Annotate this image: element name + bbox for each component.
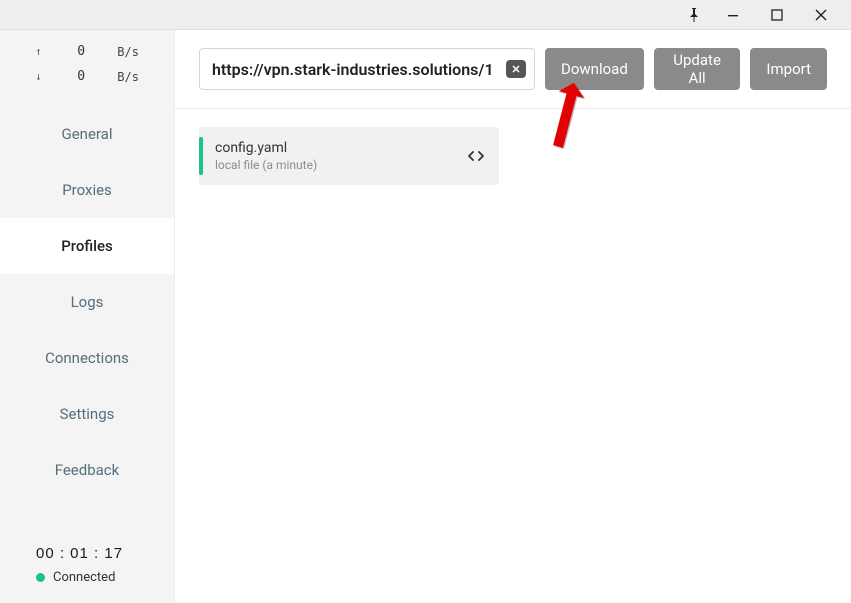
connection-timer: 00 : 01 : 17 bbox=[20, 545, 154, 562]
download-value: 0 bbox=[77, 69, 85, 84]
download-unit: B/s bbox=[117, 70, 139, 84]
nav-item-general[interactable]: General bbox=[0, 106, 174, 162]
nav-label: Connections bbox=[45, 349, 129, 367]
nav-item-profiles[interactable]: Profiles bbox=[0, 218, 174, 274]
url-input-box[interactable] bbox=[199, 48, 535, 90]
connection-status: Connected bbox=[20, 570, 154, 585]
nav-item-feedback[interactable]: Feedback bbox=[0, 442, 174, 498]
speed-indicator: ↑ 0 B/s ↓ 0 B/s bbox=[0, 30, 174, 100]
download-speed: ↓ 0 B/s bbox=[35, 69, 139, 84]
upload-unit: B/s bbox=[117, 45, 139, 59]
nav-label: Logs bbox=[71, 293, 104, 311]
code-icon bbox=[468, 150, 484, 162]
import-button[interactable]: Import bbox=[750, 48, 827, 90]
url-input[interactable] bbox=[212, 60, 506, 79]
pin-icon bbox=[688, 8, 700, 22]
maximize-icon bbox=[771, 9, 783, 21]
toolbar: Download Update All Import bbox=[175, 30, 851, 109]
close-button[interactable] bbox=[799, 0, 843, 30]
minimize-icon bbox=[727, 9, 739, 21]
sidebar-footer: 00 : 01 : 17 Connected bbox=[0, 527, 174, 603]
nav-label: Profiles bbox=[61, 237, 113, 255]
profile-body: config.yaml local file (a minute) bbox=[215, 140, 465, 172]
nav-label: Proxies bbox=[62, 181, 112, 199]
download-button[interactable]: Download bbox=[545, 48, 644, 90]
backspace-clear-icon bbox=[511, 64, 521, 74]
app-content: ↑ 0 B/s ↓ 0 B/s General Proxies Profiles… bbox=[0, 30, 851, 603]
upload-value: 0 bbox=[77, 44, 85, 59]
clear-input-button[interactable] bbox=[506, 60, 526, 78]
upload-speed: ↑ 0 B/s bbox=[35, 44, 139, 59]
nav-label: General bbox=[61, 125, 112, 143]
sidebar: ↑ 0 B/s ↓ 0 B/s General Proxies Profiles… bbox=[0, 30, 175, 603]
profile-card[interactable]: config.yaml local file (a minute) bbox=[199, 127, 499, 185]
nav-label: Settings bbox=[60, 405, 115, 423]
nav-item-proxies[interactable]: Proxies bbox=[0, 162, 174, 218]
minimize-button[interactable] bbox=[711, 0, 755, 30]
titlebar bbox=[0, 0, 851, 30]
maximize-button[interactable] bbox=[755, 0, 799, 30]
nav-item-logs[interactable]: Logs bbox=[0, 274, 174, 330]
nav-item-settings[interactable]: Settings bbox=[0, 386, 174, 442]
close-icon bbox=[815, 9, 827, 21]
arrow-up-icon: ↑ bbox=[35, 45, 45, 58]
status-dot-icon bbox=[36, 573, 45, 582]
nav-item-connections[interactable]: Connections bbox=[0, 330, 174, 386]
status-label: Connected bbox=[53, 570, 115, 585]
arrow-down-icon: ↓ bbox=[35, 70, 45, 83]
profile-subtitle: local file (a minute) bbox=[215, 158, 465, 172]
main-panel: Download Update All Import config.yaml l… bbox=[175, 30, 851, 603]
pin-button[interactable] bbox=[677, 0, 711, 30]
profile-edit-button[interactable] bbox=[465, 145, 487, 167]
profile-accent bbox=[199, 137, 203, 175]
update-all-button[interactable]: Update All bbox=[654, 48, 741, 90]
nav-list: General Proxies Profiles Logs Connection… bbox=[0, 106, 174, 498]
profile-title: config.yaml bbox=[215, 140, 465, 156]
profiles-content: config.yaml local file (a minute) bbox=[175, 109, 851, 203]
nav-label: Feedback bbox=[55, 461, 120, 479]
